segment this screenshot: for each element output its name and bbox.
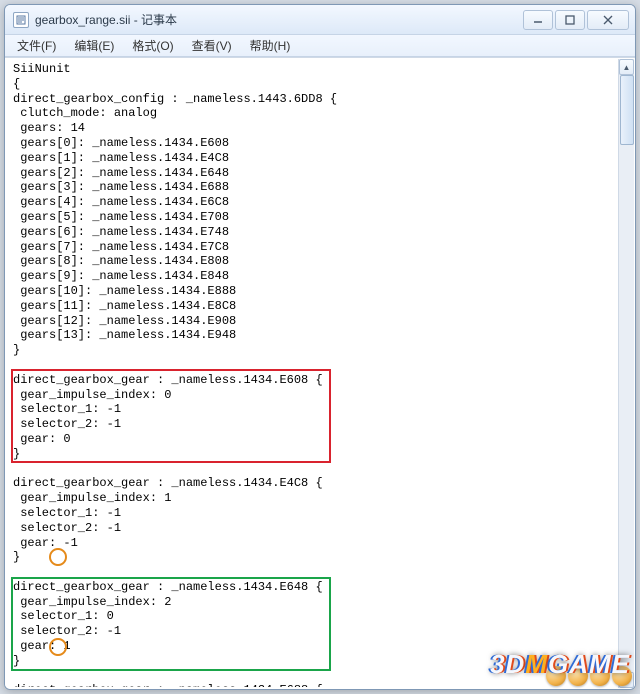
txt: gears[2]: _nameless.1434.E648 — [13, 166, 229, 180]
scroll-up-button[interactable]: ▲ — [619, 59, 634, 75]
txt: gear: 1 — [13, 639, 71, 653]
scroll-down-button[interactable]: ▼ — [619, 672, 634, 688]
txt: { — [13, 77, 20, 91]
txt: direct_gearbox_gear : _nameless.1434.E4C… — [13, 476, 323, 490]
txt: gears: 14 — [13, 121, 85, 135]
txt: selector_2: -1 — [13, 624, 121, 638]
txt: selector_1: -1 — [13, 402, 121, 416]
txt: gears[5]: _nameless.1434.E708 — [13, 210, 229, 224]
txt: gears[0]: _nameless.1434.E608 — [13, 136, 229, 150]
txt: gears[3]: _nameless.1434.E688 — [13, 180, 229, 194]
txt: gears[9]: _nameless.1434.E848 — [13, 269, 229, 283]
txt: SiiNunit — [13, 62, 71, 76]
window-controls — [523, 10, 629, 30]
text-editor[interactable]: SiiNunit { direct_gearbox_config : _name… — [7, 60, 617, 687]
txt: clutch_mode: analog — [13, 106, 157, 120]
txt: gears[10]: _nameless.1434.E888 — [13, 284, 236, 298]
txt: selector_2: -1 — [13, 521, 121, 535]
txt: gear_impulse_index: 1 — [13, 491, 171, 505]
txt: gear: 0 — [13, 432, 71, 446]
txt: gears[4]: _nameless.1434.E6C8 — [13, 195, 229, 209]
txt: gears[1]: _nameless.1434.E4C8 — [13, 151, 229, 165]
txt: direct_gearbox_gear : _nameless.1434.E60… — [13, 373, 323, 387]
txt: gear: -1 — [13, 536, 78, 550]
txt: gears[11]: _nameless.1434.E8C8 — [13, 299, 236, 313]
txt: gears[12]: _nameless.1434.E908 — [13, 314, 236, 328]
txt: selector_1: -1 — [13, 506, 121, 520]
menu-format[interactable]: 格式(O) — [124, 35, 181, 56]
notepad-window: gearbox_range.sii - 记事本 文件(F) 编辑(E) 格式(O… — [4, 4, 636, 690]
txt: gears[8]: _nameless.1434.E808 — [13, 254, 229, 268]
window-title: gearbox_range.sii - 记事本 — [35, 11, 523, 28]
txt: direct_gearbox_gear : _nameless.1434.E64… — [13, 580, 323, 594]
txt: gear_impulse_index: 0 — [13, 388, 171, 402]
close-button[interactable] — [587, 10, 629, 30]
txt: gears[13]: _nameless.1434.E948 — [13, 328, 236, 342]
txt: direct_gearbox_gear : _nameless.1434.E68… — [13, 683, 323, 687]
maximize-button[interactable] — [555, 10, 585, 30]
txt: direct_gearbox_config : _nameless.1443.6… — [13, 92, 337, 106]
txt: } — [13, 550, 20, 564]
titlebar[interactable]: gearbox_range.sii - 记事本 — [5, 5, 635, 35]
minimize-button[interactable] — [523, 10, 553, 30]
menubar: 文件(F) 编辑(E) 格式(O) 查看(V) 帮助(H) — [5, 35, 635, 57]
menu-view[interactable]: 查看(V) — [184, 35, 240, 56]
app-icon — [13, 12, 29, 28]
txt: selector_1: 0 — [13, 609, 114, 623]
menu-file[interactable]: 文件(F) — [9, 35, 64, 56]
scroll-thumb[interactable] — [620, 75, 634, 145]
vertical-scrollbar[interactable]: ▲ ▼ — [618, 59, 634, 688]
txt: selector_2: -1 — [13, 417, 121, 431]
content-area: SiiNunit { direct_gearbox_config : _name… — [5, 57, 635, 689]
txt: } — [13, 343, 20, 357]
txt: gears[6]: _nameless.1434.E748 — [13, 225, 229, 239]
menu-help[interactable]: 帮助(H) — [242, 35, 299, 56]
maximize-icon — [565, 15, 575, 25]
txt: gears[7]: _nameless.1434.E7C8 — [13, 240, 229, 254]
minimize-icon — [533, 15, 543, 25]
txt: } — [13, 654, 20, 668]
txt: } — [13, 447, 20, 461]
menu-edit[interactable]: 编辑(E) — [66, 35, 122, 56]
txt: gear_impulse_index: 2 — [13, 595, 171, 609]
close-icon — [602, 15, 614, 25]
